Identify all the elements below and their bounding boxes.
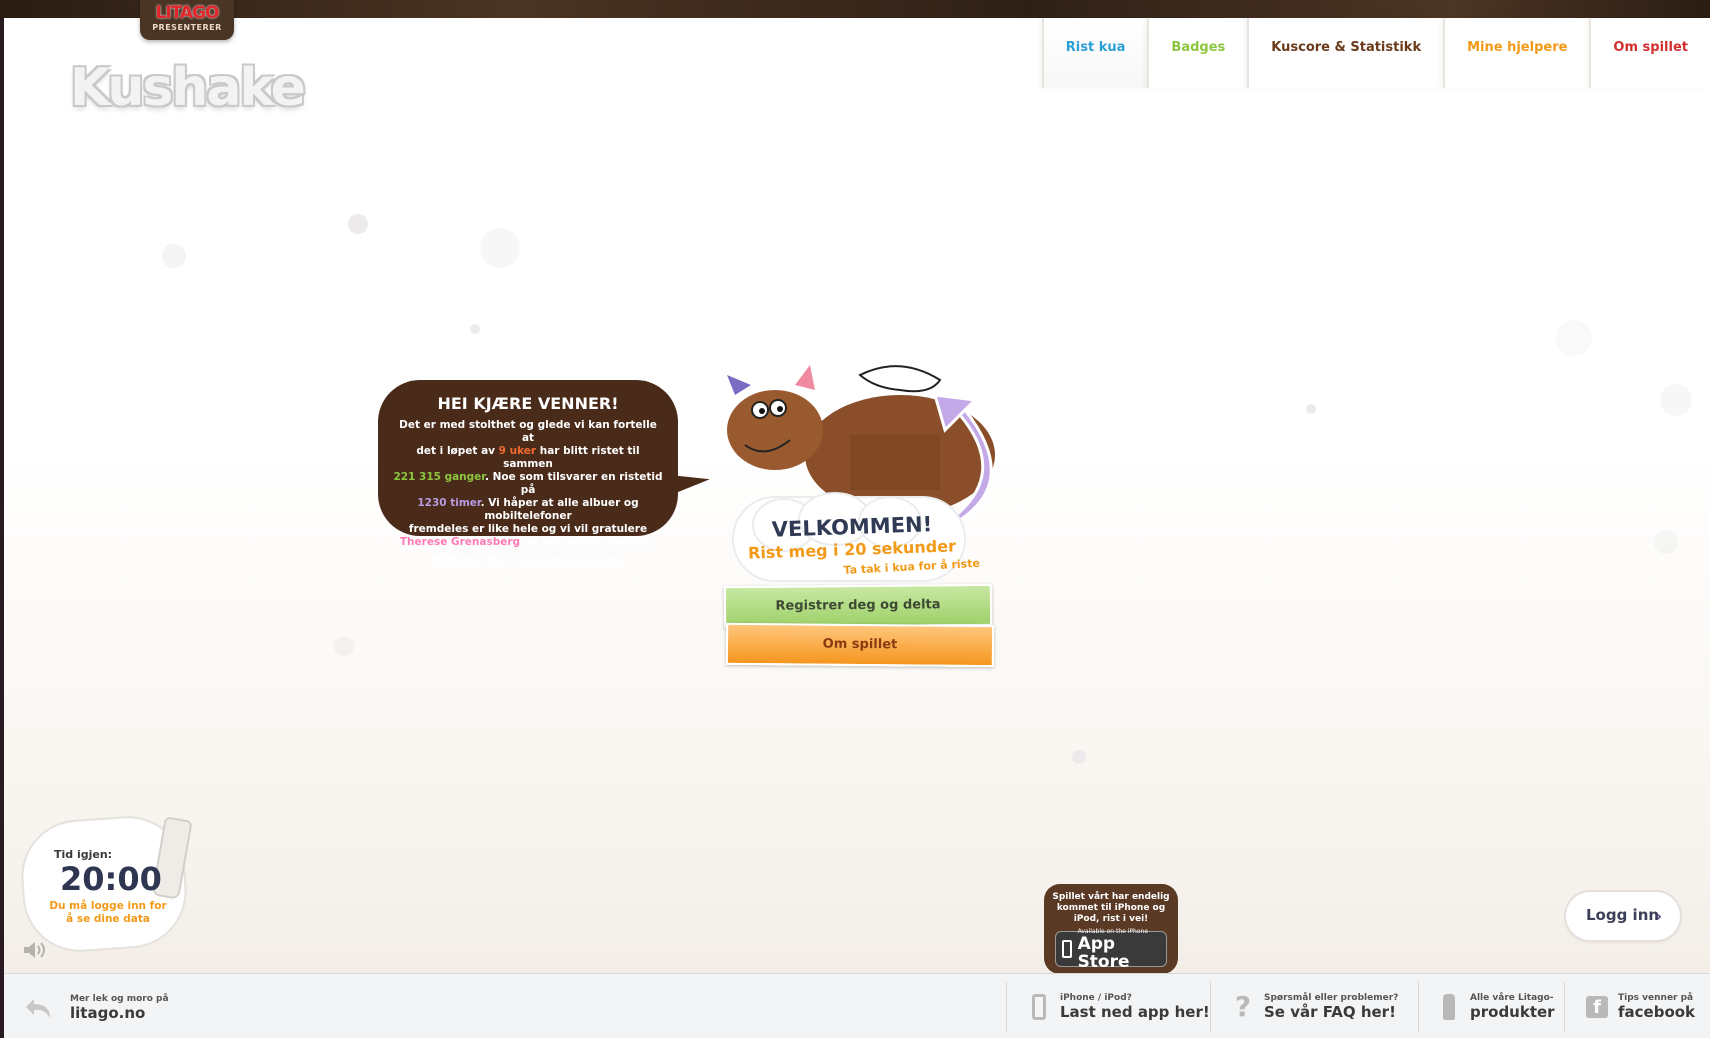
tab-kuscore-statistikk[interactable]: Kuscore & Statistikk <box>1247 18 1443 88</box>
cow-pupil-right <box>777 406 783 412</box>
footer-left-big: litago.no <box>70 1004 146 1022</box>
footer-item-big: produkter <box>1470 1002 1555 1021</box>
footer-item-big: Se vår FAQ her! <box>1264 1002 1396 1021</box>
litago-badge[interactable]: LITAGO PRESENTERER <box>140 0 234 40</box>
timer-login-note: Du må logge inn for å se dine data <box>49 900 167 925</box>
footer-separator <box>1210 982 1211 1032</box>
footer-separator <box>1564 982 1565 1032</box>
app-store-label: App Store <box>1077 933 1130 972</box>
decor-dot <box>162 244 186 268</box>
footer-separator <box>1006 982 1007 1032</box>
tab-mine-hjelpere[interactable]: Mine hjelpere <box>1443 18 1589 88</box>
login-label[interactable]: Logg inn <box>1586 906 1659 924</box>
announcement-line: det i løpet av <box>416 445 499 457</box>
decor-dot <box>1556 320 1592 356</box>
chevron-right-icon[interactable]: › <box>1656 909 1662 925</box>
announcement-line: . Vi håper at alle albuer og mobiltelefo… <box>480 497 639 522</box>
footer-facebook[interactable]: f Tips venner på facebook <box>1586 984 1695 1029</box>
about-game-button[interactable]: Om spillet <box>725 622 995 668</box>
announcement-speech-bubble: HEI KJÆRE VENNER! Det er med stolthet og… <box>378 380 712 568</box>
facebook-icon: f <box>1586 992 1608 1022</box>
tab-rist-kua[interactable]: Rist kua <box>1041 18 1148 88</box>
decor-dot <box>348 214 368 234</box>
kushake-logo[interactable]: Kushake <box>70 58 306 118</box>
decor-dot <box>1660 384 1692 416</box>
footer-litago-link[interactable]: Mer lek og moro på litago.no <box>24 994 169 1022</box>
question-icon: ? <box>1234 990 1252 1023</box>
footer: Mer lek og moro på litago.no iPhone / iP… <box>4 973 1710 1038</box>
decor-dot <box>470 324 480 334</box>
phone-icon <box>1028 992 1050 1022</box>
footer-item-small: Spørsmål eller problemer? <box>1264 992 1399 1003</box>
app-store-button[interactable]: Available on the iPhone App Store <box>1055 928 1167 971</box>
top-nav: Rist kua Badges Kuscore & Statistikk Min… <box>1041 18 1710 88</box>
announcement-line: Det er med stolthet og glede vi kan fort… <box>399 419 657 444</box>
footer-app-download[interactable]: iPhone / iPod? Last ned app her! <box>1028 984 1210 1029</box>
footer-left-small: Mer lek og moro på <box>70 994 169 1004</box>
register-button[interactable]: Registrer deg og delta <box>723 583 993 629</box>
highscore-link[interactable]: Klikk her for å se highscore-liste <box>431 555 625 568</box>
count-highlight: 221 315 ganger <box>393 471 485 483</box>
litago-logo: LITAGO <box>155 3 220 23</box>
tab-badges[interactable]: Badges <box>1147 18 1247 88</box>
footer-item-small: Tips venner på <box>1618 992 1694 1003</box>
decor-dot <box>1072 750 1086 764</box>
announcement-line: . Noe som tilsvarer en ristetid på <box>484 471 663 496</box>
sound-icon[interactable] <box>22 940 48 960</box>
decor-dot <box>1654 530 1678 554</box>
decor-dot <box>1306 404 1316 414</box>
announcement-text: Det er med stolthet og glede vi kan fort… <box>392 419 664 549</box>
winner-highlight: Therese Grenasberg <box>399 536 521 548</box>
footer-item-big: facebook <box>1618 1002 1696 1021</box>
cow-pupil-left <box>759 408 765 414</box>
app-promo-bubble: Spillet vårt har endelig kommet til iPho… <box>1044 884 1178 974</box>
footer-faq[interactable]: ? Spørsmål eller problemer? Se vår FAQ h… <box>1232 984 1398 1029</box>
app-promo-text: Spillet vårt har endelig kommet til iPho… <box>1052 892 1170 924</box>
iphone-icon <box>1062 940 1072 958</box>
top-wood-bar <box>0 0 1710 18</box>
footer-item-big: Last ned app her! <box>1060 1002 1210 1021</box>
footer-products[interactable]: Alle våre Litago- produkter <box>1438 984 1555 1029</box>
cow-spots <box>850 435 940 490</box>
footer-item-small: Alle våre Litago- <box>1470 992 1554 1003</box>
timer-value: 20:00 <box>60 860 162 898</box>
bottle-icon <box>1438 992 1460 1022</box>
cow-tail-tuft <box>858 365 942 393</box>
footer-separator <box>1418 982 1419 1032</box>
announcement-title: HEI KJÆRE VENNER! <box>437 394 619 413</box>
litago-presenter-label: PRESENTERER <box>152 23 222 32</box>
hours-highlight: 1230 timer <box>417 497 481 509</box>
decor-dot <box>334 636 354 656</box>
cow-horn-right <box>795 365 815 390</box>
back-arrow-icon <box>26 999 50 1018</box>
tab-om-spillet[interactable]: Om spillet <box>1589 18 1710 88</box>
announcement-line: og alle andre shakere. <box>520 536 657 548</box>
cow-horn-left <box>727 375 751 395</box>
announcement-line: fremdeles er like hele og vi vil gratule… <box>408 523 648 535</box>
decor-dot <box>480 228 520 268</box>
weeks-highlight: 9 uker <box>498 445 537 457</box>
footer-item-small: iPhone / iPod? <box>1060 992 1132 1003</box>
